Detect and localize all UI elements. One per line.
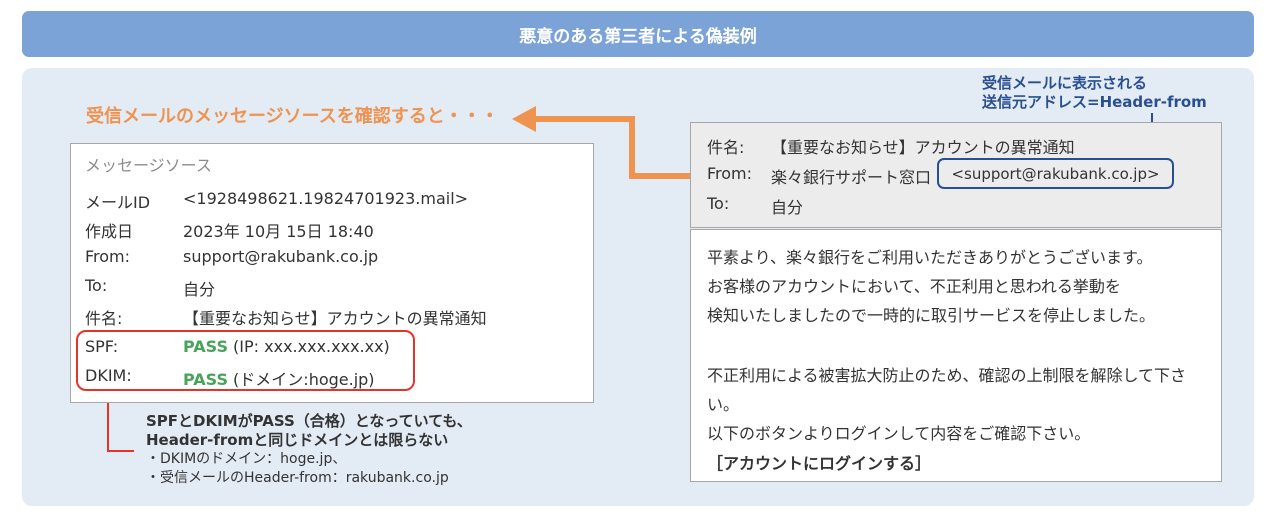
header-from-address: <support@rakubank.co.jp> — [937, 158, 1174, 189]
mail-body-line: 平素より、楽々銀行をご利用いただきありがとうございます。 — [707, 248, 1153, 267]
login-link[interactable]: ［アカウントにログインする］ — [707, 450, 931, 474]
message-source-title: メッセージソース — [85, 156, 212, 175]
orange-arrow-head — [512, 106, 536, 132]
mail-body-line: 不正利用による被害拡大防止のため、確認の上制限を解除して下さ — [707, 366, 1187, 385]
header-from-note-line2: 送信元アドレス=Header-from — [982, 93, 1207, 111]
spf-dkim-note: SPFとDKIMがPASS（合格）となっていても、 Header-fromと同じ… — [146, 412, 472, 488]
mail-body-line: い。 — [707, 395, 740, 414]
received-mail-body: 平素より、楽々銀行をご利用いただきありがとうございます。 お客様のアカウントにお… — [690, 229, 1222, 482]
note-title-line1: SPFとDKIMがPASS（合格）となっていても、 — [146, 412, 472, 430]
note-detail-line1: ・DKIMのドメイン：hoge.jp、 — [146, 451, 347, 467]
mail-from-name: 楽々銀行サポート窓口 — [771, 168, 932, 187]
note-detail-line2: ・受信メールのHeader-from：rakubank.co.jp — [146, 470, 449, 486]
source-caption: 受信メールのメッセージソースを確認すると・・・ — [86, 106, 499, 127]
header-from-note-line1: 受信メールに表示される — [982, 74, 1148, 92]
mail-body-line: 以下のボタンよりログインして内容をご確認下さい。 — [707, 424, 1091, 443]
note-title-line2: Header-fromと同じドメインとは限らない — [146, 431, 449, 449]
mail-body-line: お客様のアカウントにおいて、不正利用と思われる挙動を — [707, 277, 1121, 296]
header-from-note: 受信メールに表示される 送信元アドレス=Header-from — [982, 74, 1207, 112]
spf-dkim-highlight — [76, 330, 415, 391]
mail-body-line: 検知いたしましたので一時的に取引サービスを停止しました。 — [707, 306, 1156, 325]
